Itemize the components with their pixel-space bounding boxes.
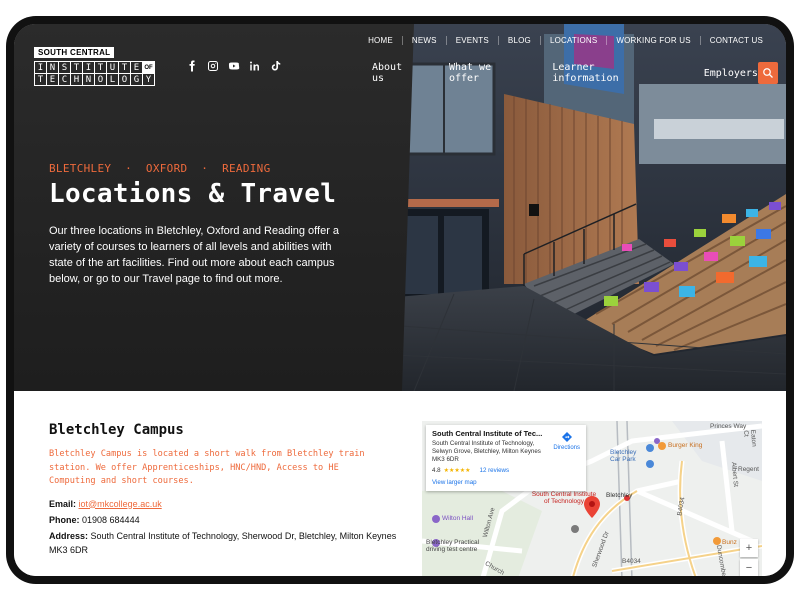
phone-value: 01908 684444 bbox=[82, 514, 140, 525]
map-rating-value: 4.8 bbox=[432, 467, 441, 474]
star-icon: ★★★★★ bbox=[443, 468, 471, 474]
facebook-icon[interactable] bbox=[186, 60, 198, 72]
social-links bbox=[186, 60, 282, 72]
campus-phone-line: Phone: 01908 684444 bbox=[49, 513, 399, 527]
map-zoom-in-button[interactable]: + bbox=[740, 539, 758, 557]
site-logo[interactable]: SOUTH CENTRAL I N S T I T U T E OF T E C… bbox=[34, 42, 155, 86]
map-label-regent: Regent bbox=[738, 466, 759, 473]
logo-row-technology: T E C H N O L O G Y bbox=[34, 73, 155, 86]
device-frame: SOUTH CENTRAL I N S T I T U T E OF T E C… bbox=[6, 16, 794, 584]
phone-label: Phone: bbox=[49, 514, 80, 525]
campus-blurb: Bletchley Campus is located a short walk… bbox=[49, 449, 365, 486]
map-label-eaton-ct: Eaton Ct bbox=[741, 429, 758, 447]
top-nav-home[interactable]: HOME bbox=[359, 36, 402, 45]
top-nav-working-for-us[interactable]: WORKING FOR US bbox=[606, 36, 699, 45]
email-label: Email: bbox=[49, 498, 77, 509]
top-nav-contact-us[interactable]: CONTACT US bbox=[699, 36, 772, 45]
map-label-burger-king: Burger King bbox=[668, 442, 703, 449]
map-place-title: South Central Institute of Tec... bbox=[432, 430, 543, 438]
map-zoom-out-button[interactable]: − bbox=[740, 559, 758, 576]
main-nav-what-we-offer[interactable]: What we offer bbox=[449, 62, 520, 84]
hero-kicker: BLETCHLEY · OXFORD · READING bbox=[49, 162, 271, 175]
address-value: South Central Institute of Technology, S… bbox=[49, 530, 397, 555]
directions-icon bbox=[561, 432, 572, 442]
map-rating: 4.8 ★★★★★ 12 reviews bbox=[432, 467, 580, 475]
map-label-b4034-b: B4034 bbox=[622, 558, 641, 565]
top-nav-blog[interactable]: BLOG bbox=[497, 36, 540, 45]
map-label-wilton-hall: Wilton Hall bbox=[442, 515, 474, 522]
hero-section: SOUTH CENTRAL I N S T I T U T E OF T E C… bbox=[14, 24, 786, 391]
map-label-bunz: Bunz bbox=[722, 539, 737, 546]
main-nav-employers[interactable]: Employers bbox=[704, 68, 758, 79]
campus-info: Bletchley Campus Bletchley Campus is loc… bbox=[49, 422, 399, 557]
campus-section: Bletchley Campus Bletchley Campus is loc… bbox=[14, 391, 786, 576]
campus-address-line: Address: South Central Institute of Tech… bbox=[49, 529, 399, 557]
logo-letter: Y bbox=[142, 73, 155, 86]
map-label-bletchley: Bletchley bbox=[606, 492, 633, 499]
main-nav-learner-information[interactable]: Learner information bbox=[552, 62, 656, 84]
main-nav: About us What we offer Learner informati… bbox=[366, 62, 779, 84]
embedded-map[interactable]: Princes Way Bletchley Car Park Burger Ki… bbox=[422, 421, 762, 576]
search-icon bbox=[763, 68, 773, 78]
map-label-princes-way: Princes Way bbox=[710, 423, 747, 430]
instagram-icon[interactable] bbox=[207, 60, 219, 72]
top-nav-events[interactable]: EVENTS bbox=[445, 36, 498, 45]
top-nav-news[interactable]: NEWS bbox=[401, 36, 446, 45]
campus-email-line: Email: iot@mkcollege.ac.uk bbox=[49, 497, 399, 511]
map-label-car-park: Bletchley Car Park bbox=[610, 449, 637, 463]
top-nav: HOME NEWS EVENTS BLOG LOCATIONS WORKING … bbox=[359, 36, 772, 45]
map-place-card: South Central Institute of Tec... South … bbox=[426, 425, 586, 491]
directions-label: Directions bbox=[553, 445, 580, 451]
logo-south-central: SOUTH CENTRAL bbox=[34, 47, 115, 58]
map-label-driving-centre: Bletchley Practical driving test centre bbox=[426, 539, 480, 553]
map-place-address: South Central Institute of Technology, S… bbox=[432, 440, 541, 463]
youtube-icon[interactable] bbox=[228, 60, 240, 72]
linkedin-icon[interactable] bbox=[249, 60, 261, 72]
main-nav-about-us[interactable]: About us bbox=[372, 62, 416, 84]
email-link[interactable]: iot@mkcollege.ac.uk bbox=[79, 499, 162, 509]
map-reviews-link[interactable]: 12 reviews bbox=[480, 467, 510, 475]
directions-button[interactable]: Directions bbox=[553, 431, 580, 452]
view-larger-map-link[interactable]: View larger map bbox=[432, 479, 580, 487]
address-label: Address: bbox=[49, 530, 89, 541]
logo-grid: I N S T I T U T E OF T E C H N O L O G Y bbox=[34, 61, 155, 86]
page-title: Locations & Travel bbox=[49, 179, 337, 209]
hero-description: Our three locations in Bletchley, Oxford… bbox=[49, 225, 340, 285]
map-pin-label: South Central Institute of Technology bbox=[531, 491, 597, 505]
campus-title: Bletchley Campus bbox=[49, 422, 184, 438]
hero-text: BLETCHLEY · OXFORD · READING Locations &… bbox=[49, 162, 349, 287]
browser-screen: SOUTH CENTRAL I N S T I T U T E OF T E C… bbox=[14, 24, 786, 576]
search-button[interactable] bbox=[757, 62, 779, 84]
top-nav-locations[interactable]: LOCATIONS bbox=[539, 36, 606, 45]
logo-row-institute: I N S T I T U T E OF bbox=[34, 61, 155, 74]
tiktok-icon[interactable] bbox=[270, 60, 282, 72]
